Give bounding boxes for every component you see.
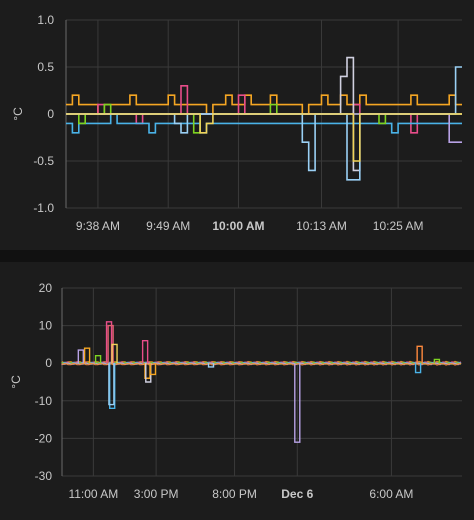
series-line-7 — [66, 113, 462, 162]
series-line-3 — [66, 103, 462, 134]
x-tick-label: Dec 6 — [281, 487, 313, 501]
panel-divider — [0, 250, 474, 262]
y-tick-label: 0 — [47, 107, 54, 121]
y-tick-label: -1.0 — [33, 201, 54, 215]
spike-mark — [105, 321, 113, 364]
y-axis-label: °C — [11, 107, 25, 121]
chart-panel-top: 1.0 0.5 0 -0.5 -1.0 9:38 AM 9:49 AM 10:00 AM 10:… — [0, 0, 474, 250]
temperature-chart-zoomed: 1.0 0.5 0 -0.5 -1.0 9:38 AM 9:49 AM 10:00 AM 10:… — [11, 13, 462, 233]
y-tick-label: -0.5 — [33, 154, 54, 168]
x-tick-label: 3:00 PM — [134, 487, 179, 501]
spike-mark — [141, 339, 149, 364]
x-tick-label: 9:38 AM — [76, 219, 120, 233]
temperature-chart-overview: 20 10 0 -10 -20 -30 11:00 AM 3:00 PM 8:00 PM Dec … — [9, 281, 462, 501]
x-tick-label: 10:13 AM — [296, 219, 347, 233]
x-tick-label: 6:00 AM — [369, 487, 413, 501]
series-line-0 — [66, 94, 462, 115]
series-line-2 — [66, 113, 462, 134]
spike-mark — [83, 347, 91, 364]
y-tick-label: -20 — [35, 431, 53, 445]
y-tick-label: 0 — [45, 356, 52, 370]
x-tick-label: 8:00 PM — [212, 487, 257, 501]
spike-mark — [416, 345, 423, 364]
y-tick-label: -10 — [35, 394, 53, 408]
y-tick-label: 1.0 — [37, 13, 54, 27]
x-tick-label: 10:25 AM — [373, 219, 424, 233]
y-tick-label: 0.5 — [37, 60, 54, 74]
x-tick-label: 10:00 AM — [212, 219, 264, 233]
chart-panel-bottom: 20 10 0 -10 -20 -30 11:00 AM 3:00 PM 8:00 PM Dec … — [0, 262, 474, 520]
series-line-5 — [66, 113, 462, 143]
y-axis-label: °C — [9, 375, 23, 389]
y-tick-label: 10 — [39, 319, 53, 333]
y-tick-label: -30 — [35, 469, 53, 483]
x-tick-label: 9:49 AM — [146, 219, 190, 233]
y-tick-label: 20 — [39, 281, 53, 295]
series-line-1 — [66, 85, 462, 134]
x-tick-label: 11:00 AM — [68, 487, 118, 501]
